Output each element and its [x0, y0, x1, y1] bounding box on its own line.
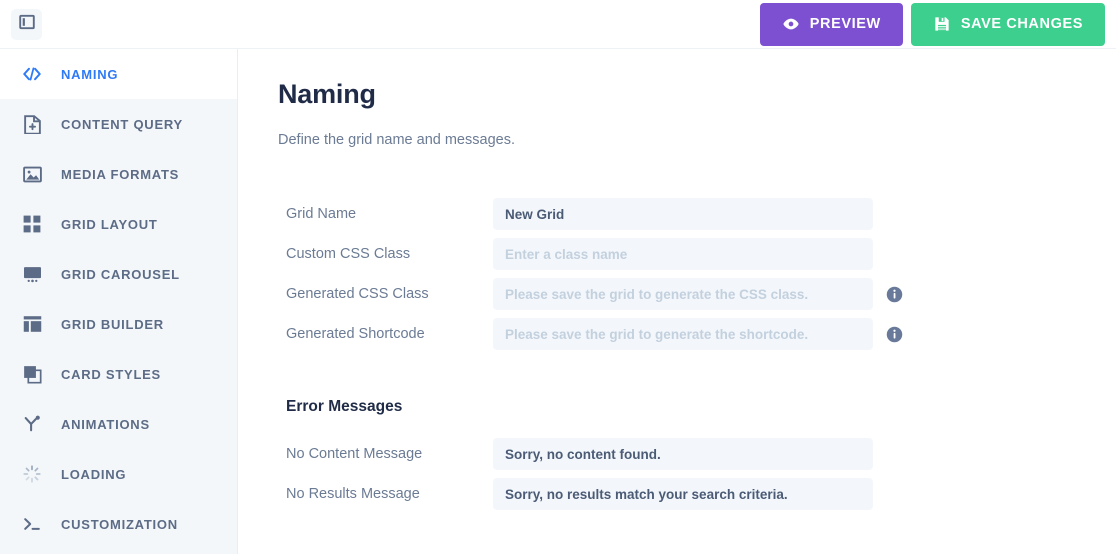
- save-changes-button-label: SAVE CHANGES: [960, 16, 1083, 32]
- sidebar-item-grid-carousel[interactable]: GRID CAROUSEL: [0, 249, 237, 299]
- field-row-no-content-message: No Content Message: [278, 438, 1116, 470]
- sidebar-item-naming[interactable]: NAMING: [0, 49, 237, 99]
- generated-shortcode-input[interactable]: [493, 318, 873, 350]
- sidebar-item-label: LOADING: [61, 466, 127, 482]
- sidebar-item-label: CARD STYLES: [61, 366, 161, 382]
- save-changes-button[interactable]: SAVE CHANGES: [910, 2, 1105, 46]
- eye-icon: [782, 15, 800, 33]
- field-label: No Results Message: [286, 486, 420, 502]
- field-label: Grid Name: [286, 206, 357, 222]
- field-label: Generated CSS Class: [286, 286, 429, 302]
- no-results-message-input[interactable]: [493, 478, 873, 510]
- preview-button-label: PREVIEW: [809, 16, 881, 32]
- sidebar-item-label: GRID LAYOUT: [61, 216, 158, 232]
- field-label: Custom CSS Class: [286, 246, 411, 262]
- code-icon: [22, 64, 42, 84]
- content-body: NAMING CONTENT QUERY MEDIA FORMATS GRID …: [0, 49, 1116, 554]
- info-icon[interactable]: [886, 326, 903, 343]
- settings-main-panel: Naming Define the grid name and messages…: [238, 49, 1116, 554]
- top-header-bar: PREVIEW SAVE CHANGES: [0, 0, 1116, 49]
- floppy-disk-icon: [933, 15, 951, 33]
- sidebar-item-label: NAMING: [61, 66, 119, 82]
- generated-css-class-input[interactable]: [493, 278, 873, 310]
- sidebar-item-loading[interactable]: LOADING: [0, 449, 237, 499]
- error-messages-section-title: Error Messages: [286, 398, 403, 415]
- preview-button[interactable]: PREVIEW: [759, 2, 903, 46]
- grid-squares-icon: [22, 214, 42, 234]
- sidebar-item-grid-builder[interactable]: GRID BUILDER: [0, 299, 237, 349]
- sidebar-item-label: MEDIA FORMATS: [61, 166, 180, 182]
- sidebar-item-label: GRID BUILDER: [61, 316, 164, 332]
- field-label: Generated Shortcode: [286, 326, 425, 342]
- naming-fields-group: Grid Name Custom CSS Class Generated CSS…: [278, 198, 1116, 350]
- monitor-icon: [22, 264, 42, 284]
- sidebar-item-animations[interactable]: ANIMATIONS: [0, 399, 237, 449]
- page-subtitle: Define the grid name and messages.: [278, 132, 515, 148]
- settings-sidebar: NAMING CONTENT QUERY MEDIA FORMATS GRID …: [0, 49, 238, 554]
- grid-name-input[interactable]: [493, 198, 873, 230]
- header-actions: PREVIEW SAVE CHANGES: [759, 2, 1105, 46]
- image-icon: [22, 164, 42, 184]
- field-row-custom-css-class: Custom CSS Class: [278, 238, 1116, 270]
- field-row-generated-css-class: Generated CSS Class: [278, 278, 1116, 310]
- sidebar-item-customization[interactable]: CUSTOMIZATION: [0, 499, 237, 549]
- file-plus-icon: [22, 114, 42, 134]
- info-icon[interactable]: [886, 286, 903, 303]
- sidebar-item-label: CONTENT QUERY: [61, 116, 183, 132]
- field-row-grid-name: Grid Name: [278, 198, 1116, 230]
- sidebar-item-media-formats[interactable]: MEDIA FORMATS: [0, 149, 237, 199]
- page-title: Naming: [278, 79, 376, 109]
- field-label: No Content Message: [286, 446, 423, 462]
- field-row-no-results-message: No Results Message: [278, 478, 1116, 510]
- sidebar-item-label: GRID CAROUSEL: [61, 266, 180, 282]
- sidebar-item-label: CUSTOMIZATION: [61, 516, 178, 532]
- magic-wand-icon: [22, 414, 42, 434]
- stacked-cards-icon: [22, 364, 42, 384]
- sidebar-toggle-button[interactable]: [11, 8, 42, 40]
- sidebar-item-content-query[interactable]: CONTENT QUERY: [0, 99, 237, 149]
- terminal-icon: [22, 514, 42, 534]
- sidebar-item-grid-layout[interactable]: GRID LAYOUT: [0, 199, 237, 249]
- field-row-generated-shortcode: Generated Shortcode: [278, 318, 1116, 350]
- custom-css-class-input[interactable]: [493, 238, 873, 270]
- no-content-message-input[interactable]: [493, 438, 873, 470]
- spinner-icon: [22, 464, 42, 484]
- plugin-settings-screen: PREVIEW SAVE CHANGES NAMING CONTENT QUER…: [0, 0, 1116, 554]
- error-messages-fields-group: No Content Message No Results Message: [278, 438, 1116, 510]
- sidebar-toggle-icon: [18, 14, 35, 35]
- sidebar-item-label: ANIMATIONS: [61, 416, 150, 432]
- sidebar-item-card-styles[interactable]: CARD STYLES: [0, 349, 237, 399]
- layout-panes-icon: [22, 314, 42, 334]
